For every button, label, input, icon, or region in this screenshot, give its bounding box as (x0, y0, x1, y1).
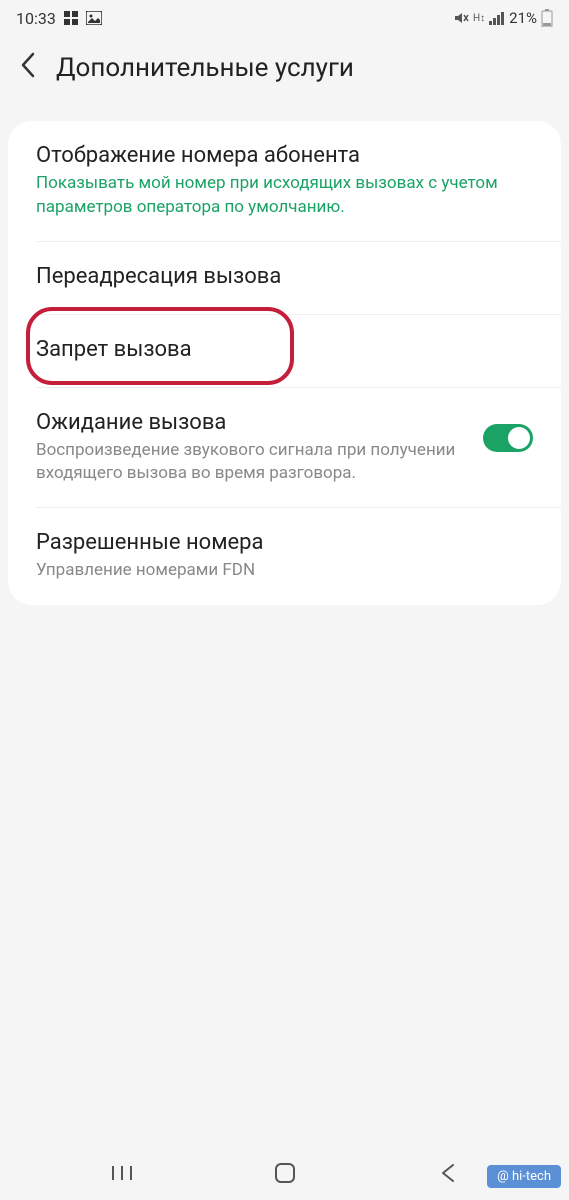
setting-title: Отображение номера абонента (36, 143, 533, 168)
data-icon: H↕ (473, 13, 485, 24)
battery-percent: 21% (509, 9, 537, 27)
setting-call-barring[interactable]: Запрет вызова (8, 315, 561, 388)
settings-card: Отображение номера абонента Показывать м… (8, 121, 561, 605)
screenshot-icon (86, 11, 102, 25)
nav-back-button[interactable] (434, 1159, 462, 1187)
setting-call-waiting[interactable]: Ожидание вызова Воспроизведение звуковог… (8, 388, 561, 509)
apps-icon (64, 11, 78, 25)
call-waiting-toggle[interactable] (483, 424, 533, 452)
setting-title: Запрет вызова (36, 337, 533, 362)
nav-home-button[interactable] (271, 1159, 299, 1187)
page-title: Дополнительные услуги (56, 53, 354, 83)
status-bar: 10:33 H↕ 21% (0, 0, 569, 36)
setting-title: Переадресация вызова (36, 264, 533, 289)
battery-icon (541, 9, 553, 27)
nav-recents-button[interactable] (108, 1159, 136, 1187)
status-left: 10:33 (16, 9, 102, 28)
signal-icon (489, 11, 505, 25)
setting-title: Разрешенные номера (36, 530, 533, 555)
watermark: @ hi-tech (487, 1165, 561, 1188)
mute-icon (453, 11, 469, 25)
status-right: H↕ 21% (453, 9, 553, 27)
setting-fixed-dialing[interactable]: Разрешенные номера Управление номерами F… (8, 508, 561, 605)
setting-title: Ожидание вызова (36, 410, 467, 435)
nav-bar (0, 1146, 569, 1200)
status-time: 10:33 (16, 9, 56, 28)
setting-desc: Управление номерами FDN (36, 559, 533, 583)
header: Дополнительные услуги (0, 36, 569, 103)
setting-caller-id[interactable]: Отображение номера абонента Показывать м… (8, 121, 561, 242)
back-button[interactable] (20, 52, 36, 83)
setting-desc: Показывать мой номер при исходящих вызов… (36, 172, 533, 220)
setting-desc: Воспроизведение звукового сигнала при по… (36, 439, 467, 487)
setting-call-forwarding[interactable]: Переадресация вызова (8, 242, 561, 315)
